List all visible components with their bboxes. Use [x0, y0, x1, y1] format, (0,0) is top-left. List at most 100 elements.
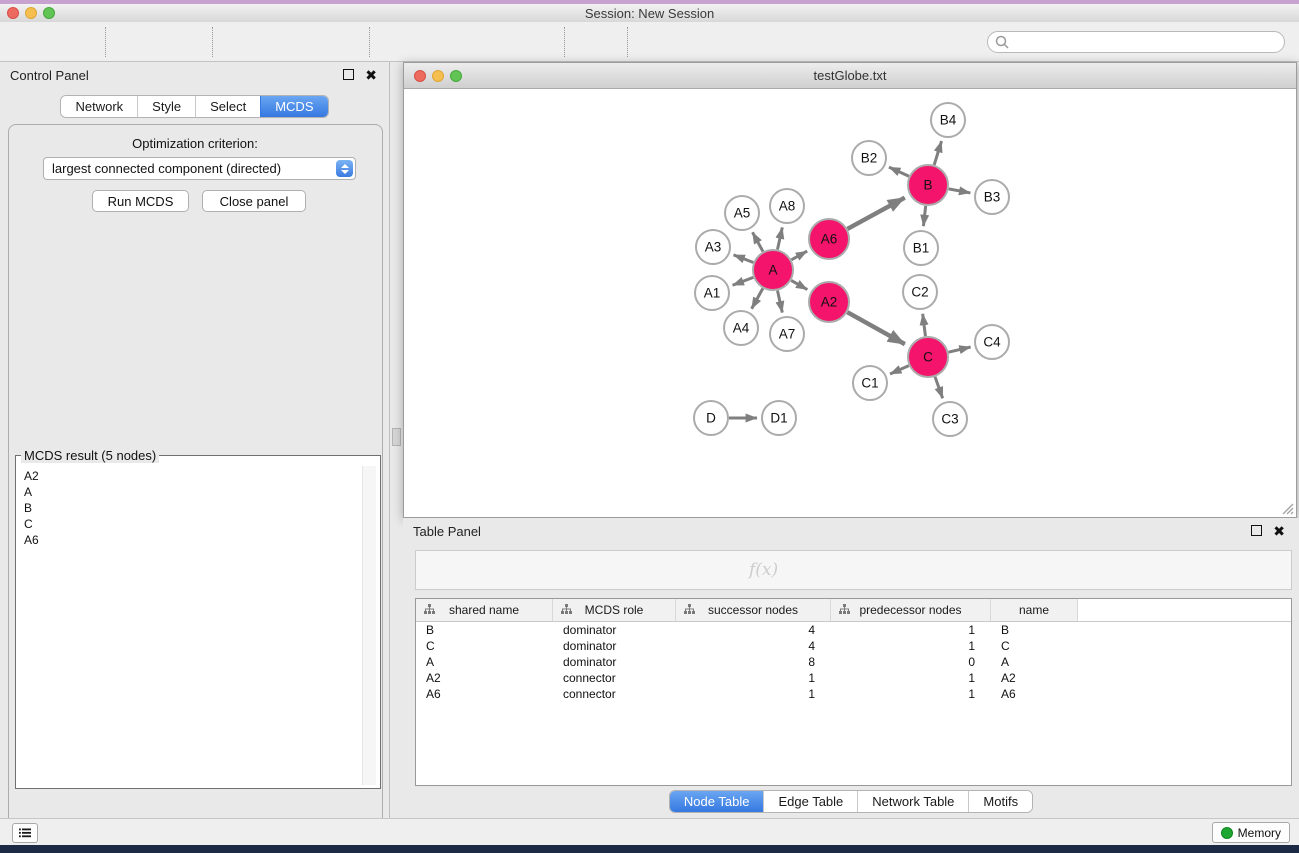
criterion-dropdown[interactable]: largest connected component (directed): [43, 157, 356, 180]
export-table-button[interactable]: [275, 25, 307, 59]
graph-edge-C-C3[interactable]: [935, 377, 943, 398]
zoom-in-button[interactable]: [386, 25, 416, 59]
open-folder-button[interactable]: [17, 25, 47, 59]
tab-edge-table[interactable]: Edge Table: [763, 791, 857, 812]
result-item[interactable]: A6: [24, 532, 39, 548]
graph-node-A7[interactable]: A7: [770, 317, 804, 351]
graph-node-A6[interactable]: A6: [809, 219, 849, 259]
export-image-button[interactable]: [321, 25, 353, 59]
close-panel-icon[interactable]: ✖: [365, 70, 377, 80]
graph-edge-A2-C[interactable]: [847, 312, 904, 344]
graph-node-B3[interactable]: B3: [975, 180, 1009, 214]
table-settings-button[interactable]: [430, 560, 450, 580]
graph-node-A1[interactable]: A1: [695, 276, 729, 310]
graph-edge-A-A1[interactable]: [733, 277, 754, 285]
graph-node-A5[interactable]: A5: [725, 196, 759, 230]
result-scrollbar[interactable]: [362, 466, 376, 785]
zoom-selected-button[interactable]: [518, 25, 548, 59]
export-network-button[interactable]: [229, 25, 261, 59]
graph-edge-A-A5[interactable]: [753, 232, 763, 251]
select-all-button[interactable]: [518, 564, 544, 576]
duplicate-network-button[interactable]: [644, 25, 674, 59]
graph-edge-B-B2[interactable]: [889, 167, 909, 176]
graph-node-A8[interactable]: A8: [770, 189, 804, 223]
tab-node-table[interactable]: Node Table: [670, 791, 764, 812]
graph-node-C2[interactable]: C2: [903, 275, 937, 309]
graph-edge-B-B4[interactable]: [934, 141, 941, 165]
add-column-button[interactable]: [616, 560, 636, 580]
network-canvas[interactable]: AA1A2A3A4A5A6A7A8BB1B2B3B4CC1C2C3C4DD1: [404, 89, 1296, 517]
graph-node-B4[interactable]: B4: [931, 103, 965, 137]
vertical-splitter-grip[interactable]: [392, 428, 401, 446]
graph-node-B1[interactable]: B1: [904, 231, 938, 265]
eye-button[interactable]: [782, 25, 816, 59]
app-titlebar[interactable]: Session: New Session: [0, 4, 1299, 23]
graph-node-D1[interactable]: D1: [762, 401, 796, 435]
graph-node-C1[interactable]: C1: [853, 366, 887, 400]
node-table[interactable]: shared nameMCDS rolesuccessor nodesprede…: [415, 598, 1292, 786]
graph-edge-C-C1[interactable]: [890, 366, 909, 374]
panel-list-button[interactable]: [12, 823, 38, 843]
graph-node-C3[interactable]: C3: [933, 402, 967, 436]
graph-node-A3[interactable]: A3: [696, 230, 730, 264]
column-header-successor-nodes[interactable]: successor nodes: [676, 599, 831, 621]
graph-node-D[interactable]: D: [694, 401, 728, 435]
run-mcds-button[interactable]: Run MCDS: [92, 190, 189, 212]
import-table-button[interactable]: [166, 25, 196, 59]
close-panel-icon[interactable]: ✖: [1273, 526, 1285, 536]
graph-node-C[interactable]: C: [908, 337, 948, 377]
graph-edge-A6-B[interactable]: [847, 198, 904, 229]
delete-column-button[interactable]: [659, 559, 679, 581]
graph-edge-C-C2[interactable]: [923, 314, 926, 336]
import-network-button[interactable]: [122, 25, 152, 59]
float-panel-icon[interactable]: [1251, 525, 1262, 536]
graph-edge-A-A7[interactable]: [777, 291, 782, 313]
network-window-titlebar[interactable]: testGlobe.txt: [404, 63, 1296, 89]
graphics-details-button[interactable]: [736, 25, 768, 59]
graph-edge-A-A8[interactable]: [777, 227, 782, 249]
column-header-MCDS-role[interactable]: MCDS role: [553, 599, 676, 621]
graph-node-C4[interactable]: C4: [975, 325, 1009, 359]
zoom-out-button[interactable]: [430, 25, 460, 59]
graph-edge-C-C4[interactable]: [948, 347, 970, 352]
search-input[interactable]: [987, 31, 1285, 53]
graph-edge-A-A3[interactable]: [734, 255, 754, 263]
result-item[interactable]: B: [24, 500, 39, 516]
result-item[interactable]: A: [24, 484, 39, 500]
column-header-shared-name[interactable]: shared name: [416, 599, 553, 621]
graph-node-A2[interactable]: A2: [809, 282, 849, 322]
refresh-layout-button[interactable]: [581, 25, 611, 59]
home-button[interactable]: [688, 25, 722, 59]
float-panel-icon[interactable]: [343, 69, 354, 80]
window-resize-grip[interactable]: [1281, 502, 1294, 515]
graph-node-A[interactable]: A: [753, 250, 793, 290]
graph-edge-B-B3[interactable]: [949, 189, 971, 193]
table-row[interactable]: A2connector11A2: [416, 670, 1291, 686]
tab-style[interactable]: Style: [137, 96, 195, 117]
tab-mcds[interactable]: MCDS: [260, 96, 327, 117]
table-row[interactable]: Adominator80A: [416, 654, 1291, 670]
mcds-result-list[interactable]: A2ABCA6: [24, 468, 39, 548]
graph-edge-A-A4[interactable]: [752, 288, 763, 308]
graph-node-A4[interactable]: A4: [724, 311, 758, 345]
tab-network[interactable]: Network: [61, 96, 137, 117]
deselect-all-button[interactable]: [567, 564, 593, 576]
save-session-button[interactable]: [61, 25, 89, 59]
memory-button[interactable]: Memory: [1212, 822, 1290, 843]
graph-edge-B-B1[interactable]: [923, 206, 925, 226]
close-panel-button[interactable]: Close panel: [202, 190, 306, 212]
graph-node-B2[interactable]: B2: [852, 141, 886, 175]
column-header-name[interactable]: name: [991, 599, 1078, 621]
column-header-predecessor-nodes[interactable]: predecessor nodes: [831, 599, 991, 621]
table-row[interactable]: Cdominator41C: [416, 638, 1291, 654]
tab-select[interactable]: Select: [195, 96, 260, 117]
result-item[interactable]: C: [24, 516, 39, 532]
table-row[interactable]: A6connector11A6: [416, 686, 1291, 702]
graph-edge-A-A2[interactable]: [791, 280, 807, 289]
graph-edge-A-A6[interactable]: [791, 251, 807, 260]
split-columns-button[interactable]: [473, 560, 495, 580]
tab-network-table[interactable]: Network Table: [857, 791, 968, 812]
result-item[interactable]: A2: [24, 468, 39, 484]
table-row[interactable]: Bdominator41B: [416, 622, 1291, 638]
tab-motifs[interactable]: Motifs: [968, 791, 1032, 812]
